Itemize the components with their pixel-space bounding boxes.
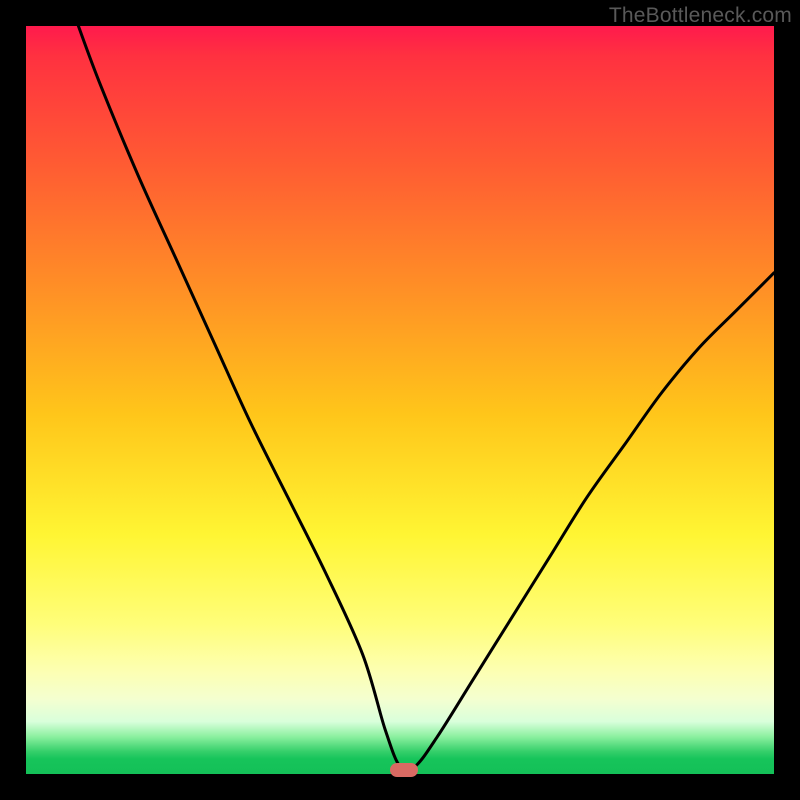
curve-path	[78, 26, 774, 771]
plot-area	[26, 26, 774, 774]
bottleneck-marker	[390, 763, 418, 777]
bottleneck-curve	[26, 26, 774, 774]
chart-frame: TheBottleneck.com	[0, 0, 800, 800]
watermark-text: TheBottleneck.com	[609, 4, 792, 28]
